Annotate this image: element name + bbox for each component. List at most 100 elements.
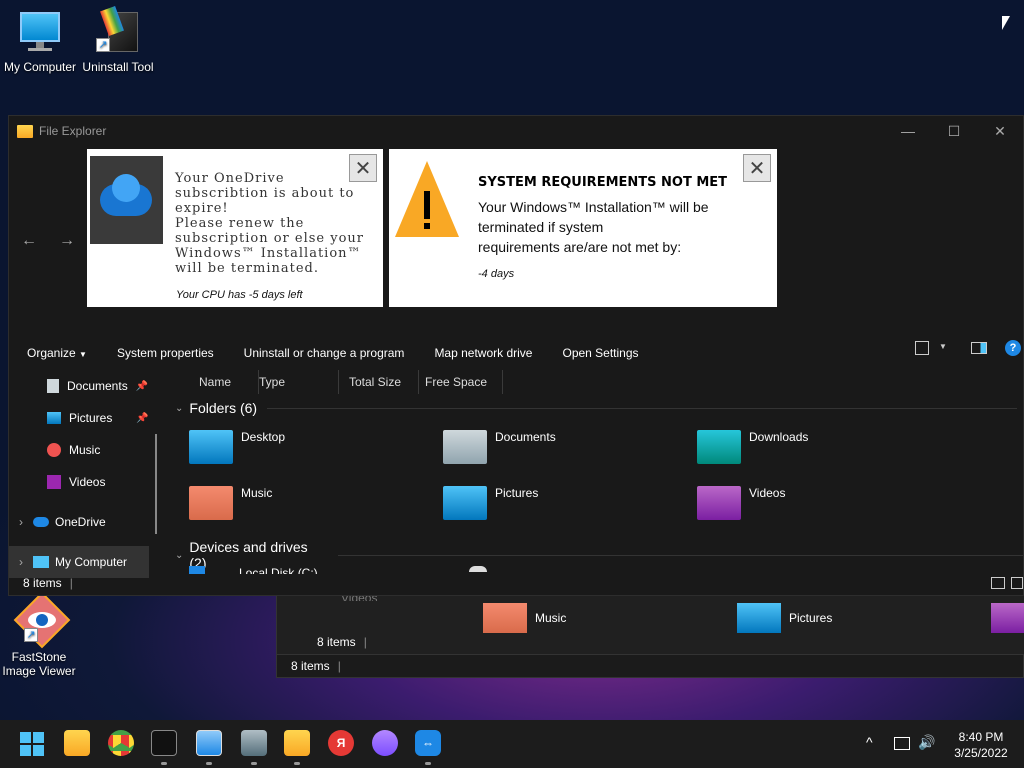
chevron-down-icon: ⌄: [175, 549, 184, 561]
folder-pictures[interactable]: Pictures: [737, 603, 832, 633]
uninstall-program-button[interactable]: Uninstall or change a program: [244, 346, 420, 360]
maximize-button[interactable]: ☐: [931, 116, 977, 146]
pictures-folder-icon: [443, 486, 487, 520]
column-free-space[interactable]: Free Space: [419, 370, 503, 394]
close-button[interactable]: ✕: [977, 116, 1023, 146]
column-name[interactable]: Name: [169, 370, 259, 394]
monitor-icon: [16, 8, 64, 56]
desktop-icon-faststone[interactable]: ↗ FastStone Image Viewer: [0, 591, 80, 678]
desktop-icon-label: Uninstall Tool: [82, 60, 154, 74]
desktop-icon-uninstall-tool[interactable]: ↗ Uninstall Tool: [78, 6, 158, 74]
image-viewer-icon[interactable]: [196, 730, 222, 756]
nav-item-pictures[interactable]: Pictures 📌: [9, 402, 159, 434]
folder-icon[interactable]: [284, 730, 310, 756]
chrome-icon[interactable]: [108, 730, 134, 756]
folder-music[interactable]: Music: [483, 603, 566, 633]
pin-icon[interactable]: 📌: [136, 413, 148, 424]
help-icon[interactable]: ?: [1005, 340, 1021, 356]
folder-videos[interactable]: Videos: [697, 486, 785, 520]
date-text: 3/25/2022: [954, 746, 1008, 760]
documents-folder-icon: [443, 430, 487, 464]
monitor-icon: [33, 556, 49, 568]
column-headers: Name Type Total Size Free Space: [169, 370, 503, 394]
status-bar: 8 items |: [9, 571, 1023, 595]
chevron-up-icon[interactable]: ^: [866, 734, 873, 750]
close-icon[interactable]: ✕: [349, 154, 377, 182]
nav-item-documents[interactable]: Documents 📌: [9, 370, 159, 402]
music-folder-icon: [189, 486, 233, 520]
cloud-icon: [33, 517, 49, 527]
back-arrow-icon[interactable]: ←: [21, 232, 37, 250]
videos-folder-icon: [991, 603, 1024, 633]
pictures-icon: [47, 412, 61, 424]
downloads-folder-icon: [697, 430, 741, 464]
taskbar: Я ⇔ ^ 🔊 8:40 PM 3/25/2022: [0, 720, 1024, 768]
windows-start-icon[interactable]: [20, 732, 44, 756]
control-panel-icon[interactable]: [241, 730, 267, 756]
chevron-right-icon[interactable]: ›: [19, 515, 23, 529]
onedrive-scam-popup[interactable]: Your OneDrive subscribtion is about to e…: [87, 149, 383, 307]
desktop-folder-icon: [189, 430, 233, 464]
chevron-down-icon: ⌄: [175, 402, 184, 414]
popup-footer: -4 days: [478, 268, 515, 280]
details-view-icon[interactable]: [991, 577, 1005, 589]
music-icon: [47, 443, 61, 457]
organize-button[interactable]: Organize ▼: [27, 346, 102, 360]
terminal-icon[interactable]: [151, 730, 177, 756]
folder-desktop[interactable]: Desktop: [189, 430, 285, 464]
file-explorer-icon[interactable]: [64, 730, 90, 756]
status-text: 8 items |: [317, 635, 367, 649]
volume-icon[interactable]: 🔊: [918, 734, 935, 751]
folder-music[interactable]: Music: [189, 486, 272, 520]
clock[interactable]: 8:40 PM 3/25/2022: [946, 729, 1016, 761]
column-total-size[interactable]: Total Size: [339, 370, 419, 394]
forward-arrow-icon[interactable]: →: [59, 232, 75, 250]
inner-explorer-pane: Videos Music Pictures 8 items |: [277, 591, 1024, 655]
navigation-pane: Documents 📌 Pictures 📌 Music Videos › On…: [9, 370, 159, 578]
pin-icon[interactable]: 📌: [136, 381, 148, 392]
nav-item-music[interactable]: Music: [9, 434, 159, 466]
folders-group-header[interactable]: ⌄ Folders (6): [175, 400, 1018, 416]
alice-icon[interactable]: [372, 730, 398, 756]
dropdown-icon: ▼: [79, 350, 87, 359]
command-bar: Organize ▼ System properties Uninstall o…: [9, 336, 1023, 370]
tiles-view-icon[interactable]: [1011, 577, 1023, 589]
dropdown-icon[interactable]: ▼: [939, 342, 947, 351]
popup-footer: Your CPU has -5 days left: [176, 289, 303, 301]
desktop-icon-my-computer[interactable]: My Computer: [0, 8, 80, 74]
mouse-cursor-icon: [1002, 16, 1010, 30]
popup-message: Your Windows™ Installation™ will be term…: [478, 199, 709, 255]
column-type[interactable]: Type: [259, 370, 339, 394]
time-text: 8:40 PM: [958, 730, 1004, 744]
system-requirements-popup[interactable]: SYSTEM REQUIREMENTS NOT MET Your Windows…: [389, 149, 777, 307]
onedrive-logo: [90, 156, 163, 244]
folder-documents[interactable]: Documents: [443, 430, 556, 464]
music-folder-icon: [483, 603, 527, 633]
nav-item-onedrive[interactable]: › OneDrive: [9, 506, 159, 538]
folder-pictures[interactable]: Pictures: [443, 486, 538, 520]
yandex-icon[interactable]: Я: [328, 730, 354, 756]
map-network-drive-button[interactable]: Map network drive: [434, 346, 547, 360]
system-properties-button[interactable]: System properties: [117, 346, 229, 360]
close-icon[interactable]: ✕: [743, 154, 771, 182]
videos-icon: [47, 475, 61, 489]
title-bar[interactable]: File Explorer — ☐ ✕: [9, 116, 1023, 146]
view-options-icon[interactable]: [915, 341, 929, 355]
nav-item-videos[interactable]: Videos: [9, 466, 159, 498]
folder-icon: [17, 124, 33, 138]
network-icon[interactable]: [894, 737, 910, 750]
pictures-folder-icon: [737, 603, 781, 633]
folder-downloads[interactable]: Downloads: [697, 430, 808, 464]
minimize-button[interactable]: —: [885, 116, 931, 146]
status-text: 8 items |: [291, 659, 341, 673]
teamviewer-icon[interactable]: ⇔: [415, 730, 441, 756]
desktop-icon-label: FastStone Image Viewer: [2, 650, 76, 678]
open-settings-button[interactable]: Open Settings: [562, 346, 653, 360]
background-explorer-window[interactable]: Videos Music Pictures 8 items | 8 items |: [276, 590, 1024, 678]
preview-pane-icon[interactable]: [971, 342, 987, 354]
videos-folder-icon: [697, 486, 741, 520]
chevron-right-icon[interactable]: ›: [19, 555, 23, 569]
popup-message: Your OneDrive subscribtion is about to e…: [175, 171, 365, 276]
nav-scrollbar[interactable]: [155, 434, 157, 534]
item-count: 8 items: [23, 576, 62, 590]
